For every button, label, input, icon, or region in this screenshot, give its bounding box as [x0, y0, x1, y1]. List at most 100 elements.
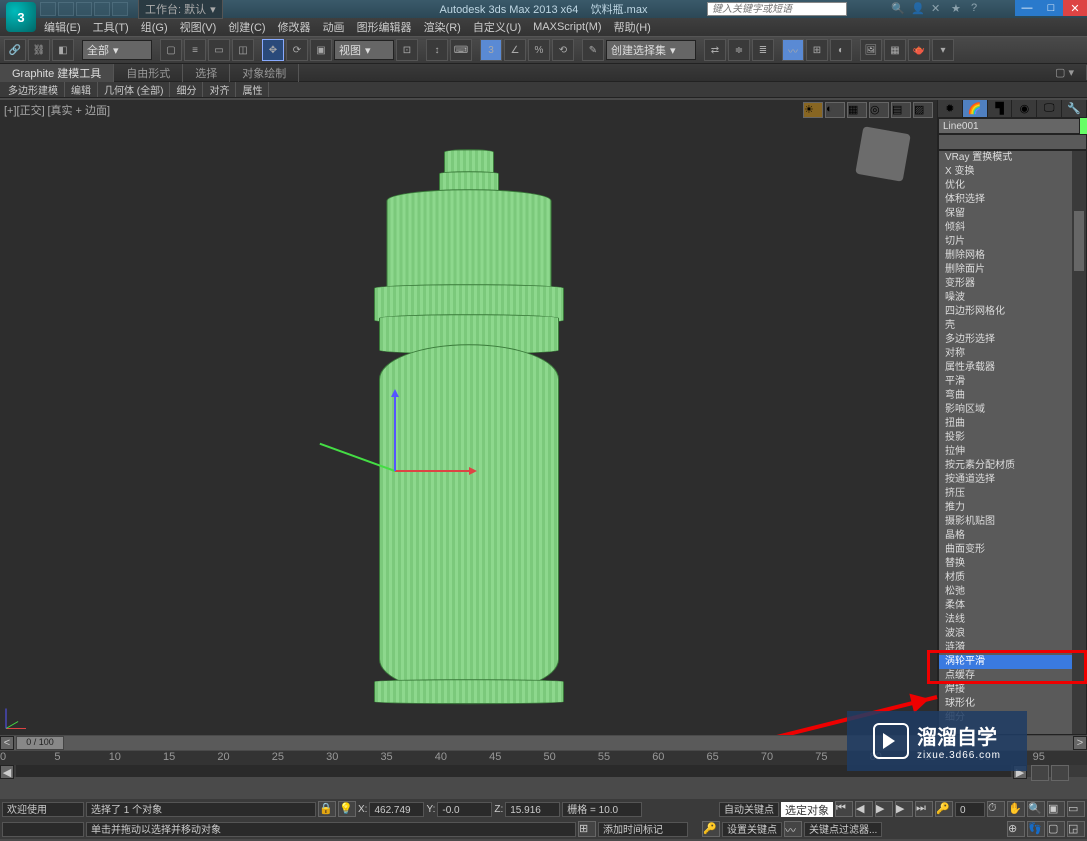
render-setup-icon[interactable]: 🖼	[860, 39, 882, 61]
modifier-item[interactable]: 体积选择	[939, 193, 1086, 207]
vp-safe-icon[interactable]: ◎	[869, 102, 889, 118]
signin-icon[interactable]: 👤	[911, 2, 927, 16]
menu-graph[interactable]: 图形编辑器	[351, 19, 418, 35]
tab-paint[interactable]: 对象绘制	[230, 64, 299, 82]
nav-walk-icon[interactable]: 👣	[1027, 821, 1045, 837]
select-scale-icon[interactable]: ▣	[310, 39, 332, 61]
modifier-item[interactable]: 挤压	[939, 487, 1086, 501]
app-icon[interactable]: 3	[6, 2, 36, 32]
layers-icon[interactable]: ≣	[752, 39, 774, 61]
named-selset-dropdown[interactable]: 创建选择集 ▾	[606, 40, 696, 60]
time-config-icon[interactable]: ⏱	[987, 801, 1005, 817]
goto-end-icon[interactable]: ⏭	[915, 801, 933, 817]
binoculars-icon[interactable]: 🔍	[891, 2, 907, 16]
nav-max-icon[interactable]: ▢	[1047, 821, 1065, 837]
hierarchy-tab-icon[interactable]: ▜	[988, 100, 1013, 117]
add-time-tag[interactable]: 添加时间标记	[598, 822, 688, 837]
workspace-dropdown[interactable]: 工作台: 默认▾	[138, 0, 223, 19]
modifier-item[interactable]: 法线	[939, 613, 1086, 627]
render-icon[interactable]: 🫖	[908, 39, 930, 61]
schematic-icon[interactable]: ⊞	[806, 39, 828, 61]
modifier-item[interactable]: 摄影机贴图	[939, 515, 1086, 529]
exchange-icon[interactable]: ✕	[931, 2, 947, 16]
modify-tab-icon[interactable]: 🌈	[963, 100, 988, 117]
modifier-item[interactable]: VRay 置换模式	[939, 151, 1086, 165]
snap-toggle-icon[interactable]: 3	[480, 39, 502, 61]
modifier-item[interactable]: 保留	[939, 207, 1086, 221]
current-frame-field[interactable]: 0	[955, 802, 985, 817]
trackbar-filter-icon[interactable]	[1031, 765, 1049, 781]
rb-subdiv[interactable]: 细分	[170, 82, 203, 97]
menu-create[interactable]: 创建(C)	[222, 19, 271, 35]
display-tab-icon[interactable]: 🖵	[1037, 100, 1062, 117]
modifier-item[interactable]: 推力	[939, 501, 1086, 515]
set-key-button[interactable]: 设置关键点	[722, 822, 782, 837]
viewport[interactable]: [+][正交] [真实 + 边面] ☀ ◐ ▦ ◎ ▤ ▨	[0, 100, 937, 735]
vp-light-icon[interactable]: ☀	[803, 102, 823, 118]
modifier-item[interactable]: 按元素分配材质	[939, 459, 1086, 473]
percent-snap-icon[interactable]: %	[528, 39, 550, 61]
named-selset-edit-icon[interactable]: ✎	[582, 39, 604, 61]
modifier-item[interactable]: 替换	[939, 557, 1086, 571]
viewport-label[interactable]: [+][正交] [真实 + 边面]	[4, 102, 110, 118]
trackbar-mini-icon[interactable]	[1051, 765, 1069, 781]
tab-freeform[interactable]: 自由形式	[114, 64, 183, 82]
unlink-icon[interactable]: ⛓	[28, 39, 50, 61]
object-name-field[interactable]	[938, 118, 1080, 134]
nav-zoom-icon[interactable]: 🔍	[1027, 801, 1045, 817]
pivot-icon[interactable]: ⊡	[396, 39, 418, 61]
select-name-icon[interactable]: ≡	[184, 39, 206, 61]
help-search-input[interactable]	[707, 2, 847, 16]
goto-start-icon[interactable]: ⏮	[835, 801, 853, 817]
modifier-item[interactable]: 变形器	[939, 277, 1086, 291]
rb-poly[interactable]: 多边形建模	[2, 82, 65, 97]
modifier-item[interactable]: 弯曲	[939, 389, 1086, 403]
nav-pan-icon[interactable]: ✋	[1007, 801, 1025, 817]
minimize-button[interactable]: —	[1015, 0, 1039, 16]
key-filter-icon[interactable]: 〰	[784, 821, 802, 837]
lock-icon[interactable]: 🔒	[318, 801, 336, 817]
comm-center-icon[interactable]: 🔑	[702, 821, 720, 837]
tab-selection[interactable]: 选择	[183, 64, 230, 82]
modifier-item[interactable]: X 变换	[939, 165, 1086, 179]
modifier-item[interactable]: 切片	[939, 235, 1086, 249]
tab-graphite[interactable]: Graphite 建模工具	[0, 64, 114, 82]
time-next-icon[interactable]: >	[1073, 736, 1087, 750]
window-crossing-icon[interactable]: ◫	[232, 39, 254, 61]
keyboard-icon[interactable]: ⌨	[450, 39, 472, 61]
nav-zoom-ext-icon[interactable]: ▣	[1047, 801, 1065, 817]
angle-snap-icon[interactable]: ∠	[504, 39, 526, 61]
help-icon[interactable]: ?	[971, 2, 987, 16]
material-editor-icon[interactable]: ◐	[830, 39, 852, 61]
qat-open-icon[interactable]	[58, 2, 74, 16]
menu-maxscript[interactable]: MAXScript(M)	[527, 21, 607, 33]
menu-animation[interactable]: 动画	[317, 19, 351, 35]
bottle-model[interactable]	[374, 149, 564, 709]
create-tab-icon[interactable]: ✹	[938, 100, 963, 117]
maximize-button[interactable]: □	[1039, 0, 1063, 16]
menu-group[interactable]: 组(G)	[135, 19, 174, 35]
qat-new-icon[interactable]	[40, 2, 56, 16]
menu-edit[interactable]: 编辑(E)	[38, 19, 87, 35]
modifier-item[interactable]: 波浪	[939, 627, 1086, 641]
modifier-item[interactable]: 曲面变形	[939, 543, 1086, 557]
modifier-item[interactable]: 平滑	[939, 375, 1086, 389]
viewcube[interactable]	[855, 126, 911, 182]
curve-editor-icon[interactable]: 〰	[782, 39, 804, 61]
isolate-icon[interactable]: 💡	[338, 801, 356, 817]
menu-rendering[interactable]: 渲染(R)	[418, 19, 467, 35]
menu-customize[interactable]: 自定义(U)	[467, 19, 527, 35]
qat-redo-icon[interactable]	[112, 2, 128, 16]
modifier-item[interactable]: 多边形选择	[939, 333, 1086, 347]
modifier-item[interactable]: 四边形网格化	[939, 305, 1086, 319]
time-tag-icon[interactable]: ⊞	[578, 821, 596, 837]
key-mode-icon[interactable]: 🔑	[935, 801, 953, 817]
mirror-icon[interactable]: ⇄	[704, 39, 726, 61]
menu-tools[interactable]: 工具(T)	[87, 19, 135, 35]
menu-views[interactable]: 视图(V)	[174, 19, 223, 35]
modifier-item[interactable]: 点缓存	[939, 669, 1086, 683]
manipulate-icon[interactable]: ↕	[426, 39, 448, 61]
qat-undo-icon[interactable]	[94, 2, 110, 16]
object-color-swatch[interactable]	[1080, 118, 1087, 134]
modifier-list-dropdown[interactable]	[938, 134, 1087, 150]
